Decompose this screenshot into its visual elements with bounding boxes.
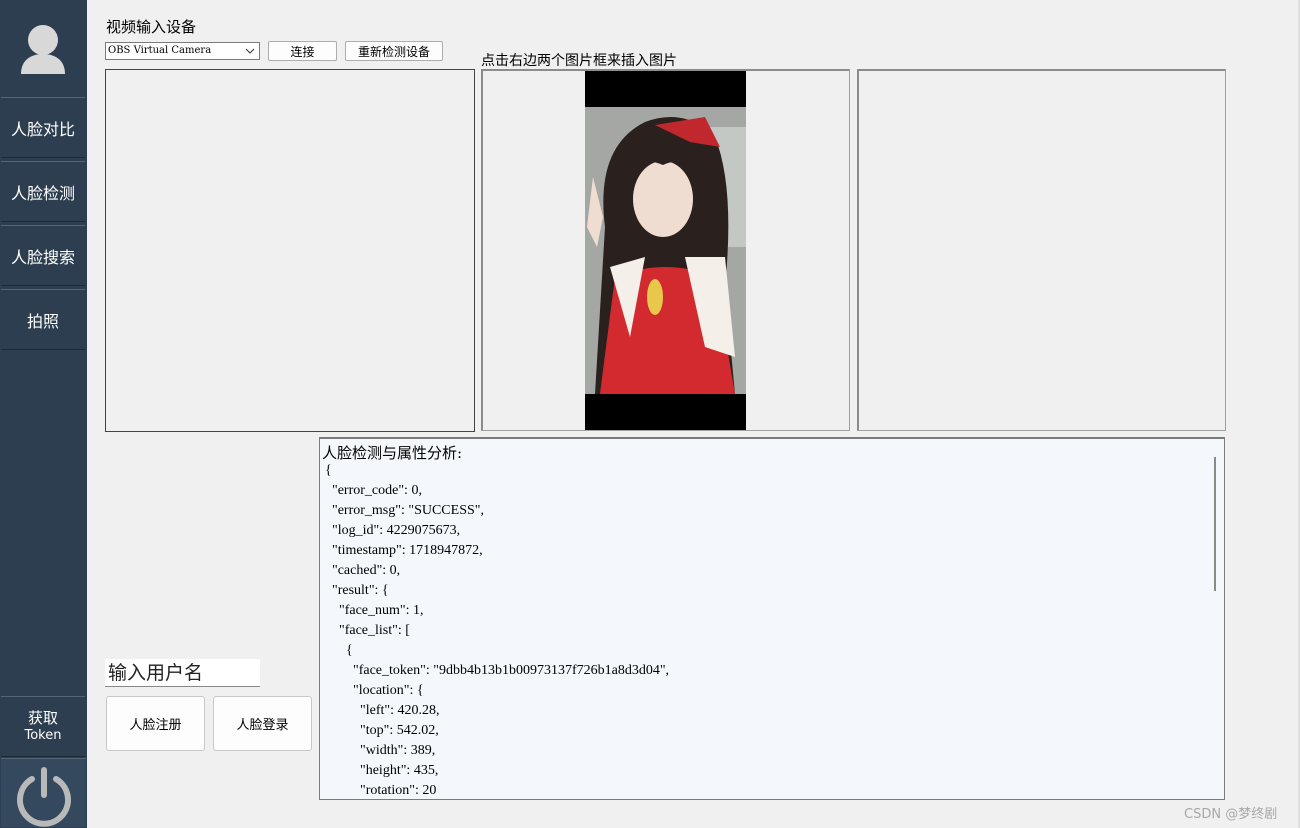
scrollbar-thumb[interactable] xyxy=(1214,457,1216,591)
video-device-select[interactable]: OBS Virtual Camera xyxy=(105,42,260,60)
result-line: "result": { xyxy=(325,583,389,598)
result-line: "width": 389, xyxy=(325,743,436,758)
power-icon xyxy=(17,767,71,827)
detection-result-textarea[interactable]: 人脸检测与属性分析: { "error_code": 0, "error_msg… xyxy=(319,437,1225,800)
result-line: "face_list": [ xyxy=(325,623,410,638)
app-window: 人脸对比 人脸检测 人脸搜索 拍照 获取 Token 视频输入设备 OBS Vi… xyxy=(0,0,1300,828)
user-avatar-icon xyxy=(21,25,65,74)
power-button[interactable] xyxy=(1,758,86,827)
result-line: { xyxy=(325,463,332,478)
result-line: "face_token": "9dbb4b13b1b00973137f726b1… xyxy=(325,663,670,678)
token-label-line2: Token xyxy=(24,727,62,743)
redetect-devices-button[interactable]: 重新检测设备 xyxy=(345,41,443,61)
face-register-button[interactable]: 人脸注册 xyxy=(106,696,205,751)
sidebar-item-face-compare[interactable]: 人脸对比 xyxy=(1,97,85,158)
result-line: "cached": 0, xyxy=(325,563,401,578)
sidebar-item-label: 人脸搜索 xyxy=(10,247,75,267)
inserted-photo xyxy=(585,71,746,430)
avatar[interactable] xyxy=(0,0,87,96)
sidebar-item-label: 人脸检测 xyxy=(10,183,75,203)
sidebar-item-face-search[interactable]: 人脸搜索 xyxy=(1,225,85,286)
sidebar-item-label: 人脸对比 xyxy=(10,119,75,139)
get-token-button[interactable]: 获取 Token xyxy=(1,696,85,757)
watermark: CSDN @梦终剧 xyxy=(1184,807,1278,822)
result-line: "rotation": 20 xyxy=(325,783,437,798)
image-box-right[interactable] xyxy=(857,69,1226,431)
sidebar: 人脸对比 人脸检测 人脸搜索 拍照 获取 Token xyxy=(0,0,87,828)
result-line: { xyxy=(325,643,353,658)
result-line: "face_num": 1, xyxy=(325,603,424,618)
result-json-text: { "error_code": 0, "error_msg": "SUCCESS… xyxy=(325,461,670,799)
result-line: "left": 420.28, xyxy=(325,703,440,718)
image-insert-hint: 点击右边两个图片框来插入图片 xyxy=(481,53,677,69)
chevron-down-icon xyxy=(245,48,255,54)
sidebar-item-take-photo[interactable]: 拍照 xyxy=(1,289,85,350)
result-line: "timestamp": 1718947872, xyxy=(325,543,483,558)
token-label-line1: 获取 xyxy=(27,708,58,727)
sidebar-item-label: 拍照 xyxy=(26,311,59,331)
face-login-button[interactable]: 人脸登录 xyxy=(213,696,312,751)
username-input[interactable]: 输入用户名 xyxy=(105,659,260,687)
selected-device-value: OBS Virtual Camera xyxy=(108,45,212,56)
result-line: "log_id": 4229075673, xyxy=(325,523,461,538)
result-line: "error_code": 0, xyxy=(325,483,422,498)
result-line: "error_msg": "SUCCESS", xyxy=(325,503,484,518)
result-line: "location": { xyxy=(325,683,424,698)
connect-button[interactable]: 连接 xyxy=(268,41,337,61)
result-line: "height": 435, xyxy=(325,763,439,778)
video-preview xyxy=(105,69,475,432)
result-header: 人脸检测与属性分析: xyxy=(322,444,463,462)
sidebar-item-face-detect[interactable]: 人脸检测 xyxy=(1,161,85,222)
result-line: "top": 542.02, xyxy=(325,723,439,738)
video-device-label: 视频输入设备 xyxy=(106,18,197,36)
